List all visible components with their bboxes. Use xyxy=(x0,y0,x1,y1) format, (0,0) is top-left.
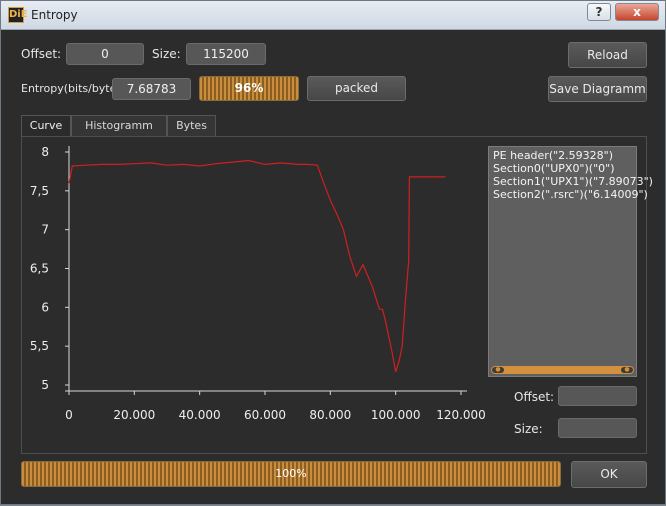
region-offset-input[interactable] xyxy=(558,386,637,406)
region-size-input[interactable] xyxy=(558,418,637,438)
legend-horizontal-scrollbar[interactable]: ● ● xyxy=(491,366,634,374)
x-tick-label: 0 xyxy=(65,408,73,422)
x-tick-label: 120.000 xyxy=(436,408,486,422)
scroll-left-icon[interactable]: ● xyxy=(492,367,504,373)
scrollbar-thumb[interactable] xyxy=(491,366,634,374)
y-tick-label: 5,5 xyxy=(30,339,49,353)
progress-bar: 100% xyxy=(21,461,561,487)
section-legend-list[interactable]: PE header("2.59328") Section0("UPX0")("0… xyxy=(488,146,653,377)
entropy-window: DiE Entropy ? x Offset: 0 Size: 115200 R… xyxy=(0,0,666,505)
scroll-right-icon[interactable]: ● xyxy=(621,367,633,373)
y-tick-label: 6,5 xyxy=(30,262,49,276)
x-tick-label: 100.000 xyxy=(371,408,421,422)
x-tick-label: 60.000 xyxy=(244,408,286,422)
legend-item-pe-header[interactable]: PE header("2.59328") xyxy=(489,149,636,162)
y-tick-label: 7,5 xyxy=(30,184,49,198)
region-offset-label: Offset: xyxy=(514,390,555,404)
progress-text: 100% xyxy=(275,467,307,480)
legend-item-section1[interactable]: Section1("UPX1")("7.89073") xyxy=(489,175,653,188)
y-tick-label: 8 xyxy=(41,145,49,159)
x-tick-label: 80.000 xyxy=(309,408,351,422)
y-tick-label: 6 xyxy=(41,300,49,314)
region-size-label: Size: xyxy=(514,422,543,436)
x-tick-label: 40.000 xyxy=(179,408,221,422)
entropy-curve-line xyxy=(68,159,446,372)
y-tick-label: 5 xyxy=(41,378,49,392)
y-tick-label: 7 xyxy=(41,223,49,237)
ok-button[interactable]: OK xyxy=(571,461,647,488)
legend-item-section0[interactable]: Section0("UPX0")("0") xyxy=(489,162,636,175)
legend-item-section2[interactable]: Section2(".rsrc")("6.14009") xyxy=(489,188,648,201)
x-tick-label: 20.000 xyxy=(113,408,155,422)
